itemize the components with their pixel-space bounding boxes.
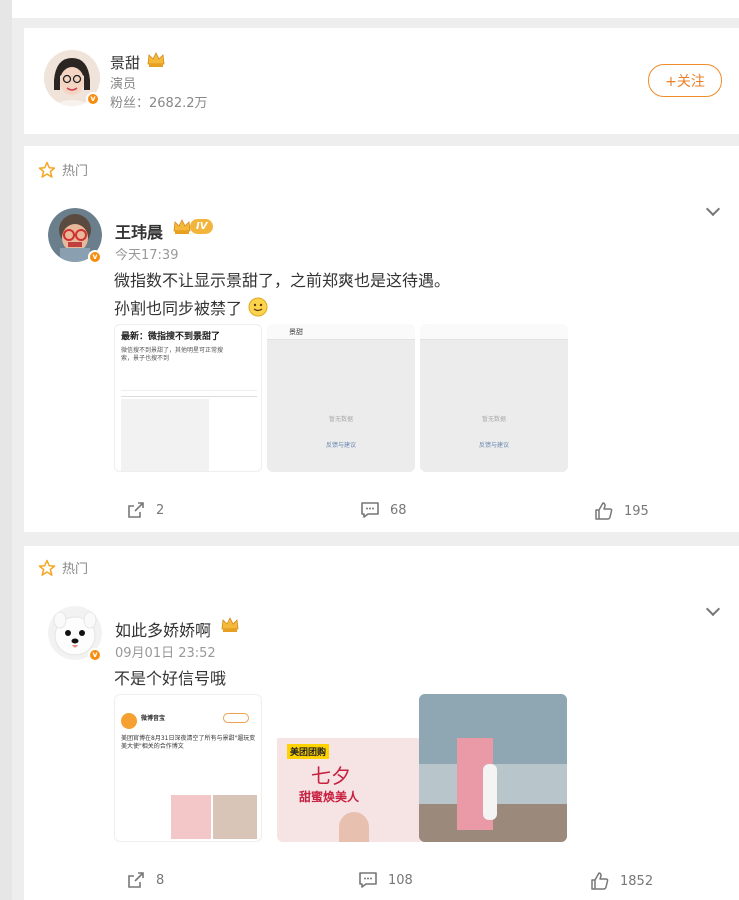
post-time: 09月01日 23:52 (115, 646, 216, 661)
profile-name[interactable]: 景甜 (110, 52, 140, 73)
post-text-line-1: 不是个好信号哦 (114, 669, 227, 688)
profile-card: v 景甜 演员 粉丝：2682.2万 +关注 (24, 28, 739, 134)
image-headline: 七夕 (311, 764, 351, 788)
like-icon (595, 502, 613, 520)
post-image-3[interactable]: 暂无数据 反馈与建议 (420, 324, 568, 472)
post-time: 今天17:39 (115, 248, 179, 263)
image-portrait (339, 812, 369, 842)
post-image-1[interactable]: 微博音宝 美团官博在8月31日深夜清空了所有与景甜"遛玩变美大使"相关的合作博文 (114, 694, 262, 842)
comment-count: 108 (388, 872, 413, 888)
comment-button[interactable]: 68 (360, 500, 407, 520)
image-top-band (277, 694, 425, 738)
author-name[interactable]: 如此多娇娇啊 (115, 617, 211, 641)
image-photo-1 (171, 795, 211, 839)
post-image-3[interactable] (419, 694, 567, 842)
post-text-line-1: 微指数不让显示景甜了，之前郑爽也是这待遇。 (114, 271, 451, 290)
post-image-2[interactable]: 美团团购 七夕 甜蜜焕美人 (277, 694, 425, 842)
repost-button[interactable]: 2 (126, 500, 164, 520)
image-body: 微信搜不到景甜了，其他明星可正常搜索，景子也搜不到 (121, 347, 224, 362)
comment-count: 68 (390, 502, 407, 518)
comment-icon (359, 872, 377, 888)
previous-card-edge (12, 0, 739, 18)
star-icon (38, 161, 56, 178)
repost-button[interactable]: 8 (126, 870, 164, 890)
image-placeholder (121, 399, 209, 471)
repost-icon (128, 872, 144, 888)
person-figure (483, 764, 497, 820)
repost-icon (128, 502, 144, 518)
hot-label: 热门 (62, 562, 89, 577)
like-count: 1852 (620, 873, 654, 889)
smile-emoji-icon (248, 297, 268, 317)
comment-icon (361, 502, 379, 518)
image-sub: 甜蜜焕美人 (299, 790, 360, 804)
verified-badge: v (86, 92, 100, 106)
post-card-1: 热门 v 王玮晨 IV 今天17:39 微指数不让显示景甜了，之前郑爽也是这待遇… (24, 146, 739, 532)
post-text-line-2-label: 孙割也同步被禁了 (114, 299, 243, 318)
image-tabs (121, 389, 257, 397)
post-card-2: 热门 v 如此多娇娇啊 09月01日 23:52 不是个好信号哦 微博音宝 美团… (24, 546, 739, 900)
post-image-1[interactable]: 最新：微指搜不到景甜了 微信搜不到景甜了，其他明星可正常搜索，景子也搜不到 (114, 324, 262, 472)
profile-followers: 粉丝：2682.2万 (110, 96, 208, 111)
verified-badge: v (88, 250, 102, 264)
comment-button[interactable]: 108 (358, 870, 413, 890)
like-count: 195 (624, 503, 649, 519)
like-button[interactable]: 195 (594, 501, 649, 521)
post-text-line-2: 孙割也同步被禁了 (114, 295, 268, 319)
image-header: 景甜 (267, 324, 415, 340)
image-header (420, 324, 568, 340)
profile-role: 演员 (110, 77, 137, 92)
left-gutter (0, 0, 12, 900)
level-badge: IV (190, 219, 214, 234)
image-feedback-link: 反馈与建议 (325, 442, 356, 449)
image-header-title: 景甜 (289, 328, 303, 336)
follow-button[interactable]: +关注 (648, 64, 722, 97)
crown-icon (221, 617, 239, 632)
image-empty-text: 暂无数据 (481, 416, 506, 423)
author-name[interactable]: 王玮晨 (115, 219, 163, 243)
image-avatar (121, 713, 137, 729)
hot-tag: 热门 (38, 558, 88, 577)
image-title: 最新：微指搜不到景甜了 (121, 332, 221, 342)
image-account: 微博音宝 (141, 715, 166, 722)
star-icon (38, 559, 56, 576)
like-icon (591, 872, 609, 890)
image-feedback-link: 反馈与建议 (478, 442, 509, 449)
crown-icon (147, 52, 165, 67)
image-photo-2 (213, 795, 257, 839)
like-button[interactable]: 1852 (590, 871, 653, 891)
hot-tag: 热门 (38, 160, 88, 179)
repost-count: 2 (156, 502, 165, 518)
image-text: 美团官博在8月31日深夜清空了所有与景甜"遛玩变美大使"相关的合作博文 (121, 735, 256, 750)
chevron-down-icon[interactable] (705, 201, 721, 217)
crown-icon (173, 219, 191, 234)
image-empty-text: 暂无数据 (328, 416, 353, 423)
post-image-2[interactable]: 景甜 暂无数据 反馈与建议 (267, 324, 415, 472)
image-follow-chip (223, 713, 249, 723)
image-brand: 美团团购 (287, 744, 330, 759)
chevron-down-icon[interactable] (705, 601, 721, 617)
hot-label: 热门 (62, 164, 89, 179)
repost-count: 8 (156, 872, 165, 888)
store-window (419, 694, 567, 764)
verified-badge: v (88, 648, 102, 662)
